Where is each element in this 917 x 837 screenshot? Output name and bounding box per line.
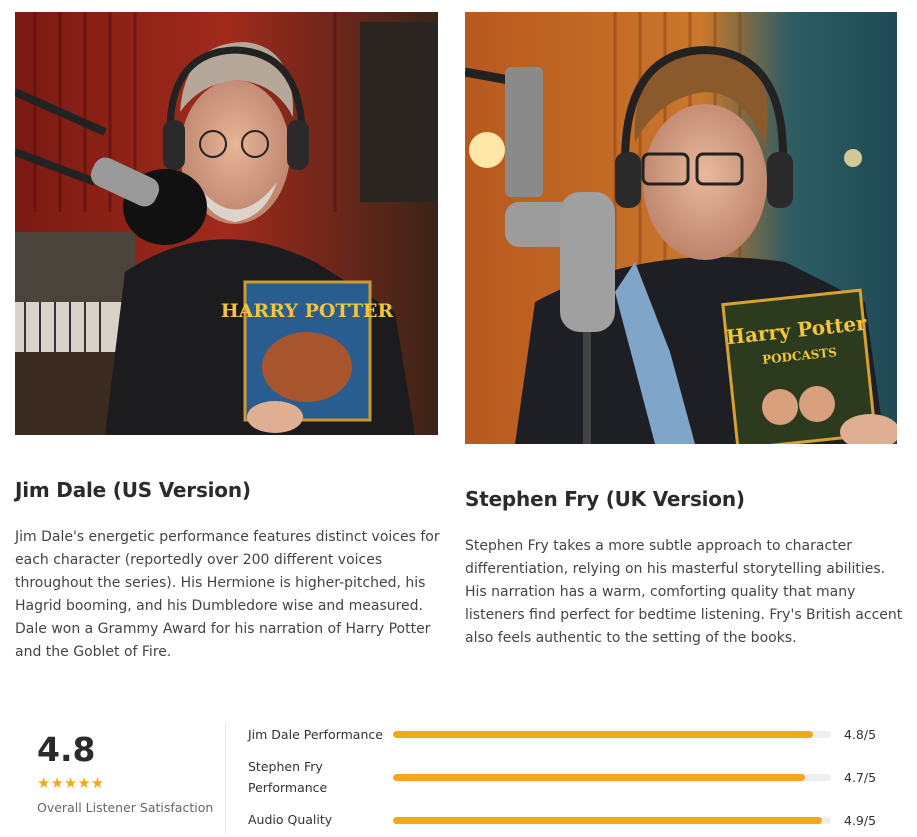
rating-fill-audio-quality xyxy=(393,817,823,824)
jim-dale-photo: HARRY POTTER xyxy=(15,12,438,435)
rating-label-audio-quality: Audio Quality xyxy=(248,812,333,827)
book-title-left: HARRY POTTER xyxy=(221,300,394,322)
overall-satisfaction-label: Overall Listener Satisfaction xyxy=(37,800,214,815)
rating-value-jim-dale: 4.8/5 xyxy=(844,727,877,742)
rating-bar-stephen-fry xyxy=(393,774,831,781)
rating-value-audio-quality: 4.9/5 xyxy=(844,813,877,828)
rating-bar-audio-quality xyxy=(393,817,831,824)
narrator-name-stephen-fry: Stephen Fry (UK Version) xyxy=(465,487,745,511)
rating-fill-jim-dale xyxy=(393,731,814,738)
summary-divider xyxy=(225,724,226,834)
stephen-fry-photo: Harry Potter PODCASTS xyxy=(465,12,897,444)
overall-score: 4.8 xyxy=(37,730,96,769)
rating-fill-stephen-fry xyxy=(393,774,805,781)
rating-label-stephen-fry: Stephen Fry Performance xyxy=(248,759,328,795)
narrator-description-jim-dale: Jim Dale's energetic performance feature… xyxy=(15,529,440,660)
rating-label-jim-dale: Jim Dale Performance xyxy=(248,727,383,742)
narrator-name-jim-dale: Jim Dale (US Version) xyxy=(15,478,251,502)
star-rating: ★★★★★ xyxy=(37,775,105,792)
rating-bar-jim-dale xyxy=(393,731,831,738)
narrator-description-stephen-fry: Stephen Fry takes a more subtle approach… xyxy=(465,538,903,646)
rating-value-stephen-fry: 4.7/5 xyxy=(844,770,877,785)
